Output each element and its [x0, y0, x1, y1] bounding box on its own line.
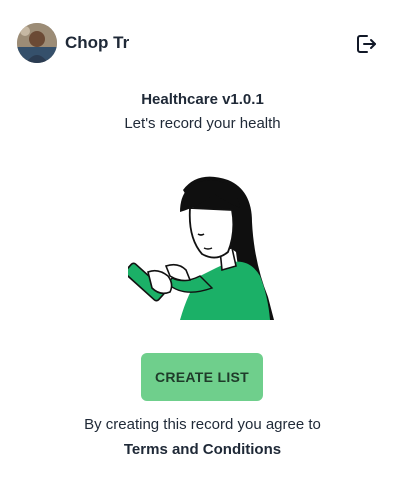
app-header: Chop Tr	[0, 0, 405, 86]
user-avatar[interactable]	[17, 23, 57, 63]
terms-and-conditions-link[interactable]: Terms and Conditions	[0, 440, 405, 460]
avatar-photo	[17, 23, 57, 63]
user-name: Chop Tr	[65, 33, 130, 52]
app-title: Healthcare v1.0.1	[141, 91, 264, 108]
agreement-text: By creating this record you agree to	[84, 416, 321, 433]
logout-icon[interactable]	[354, 32, 378, 56]
create-list-button[interactable]: CREATE LIST	[141, 353, 263, 401]
woman-with-phone-illustration	[124, 172, 278, 322]
app-subtitle: Let's record your health	[124, 115, 281, 132]
